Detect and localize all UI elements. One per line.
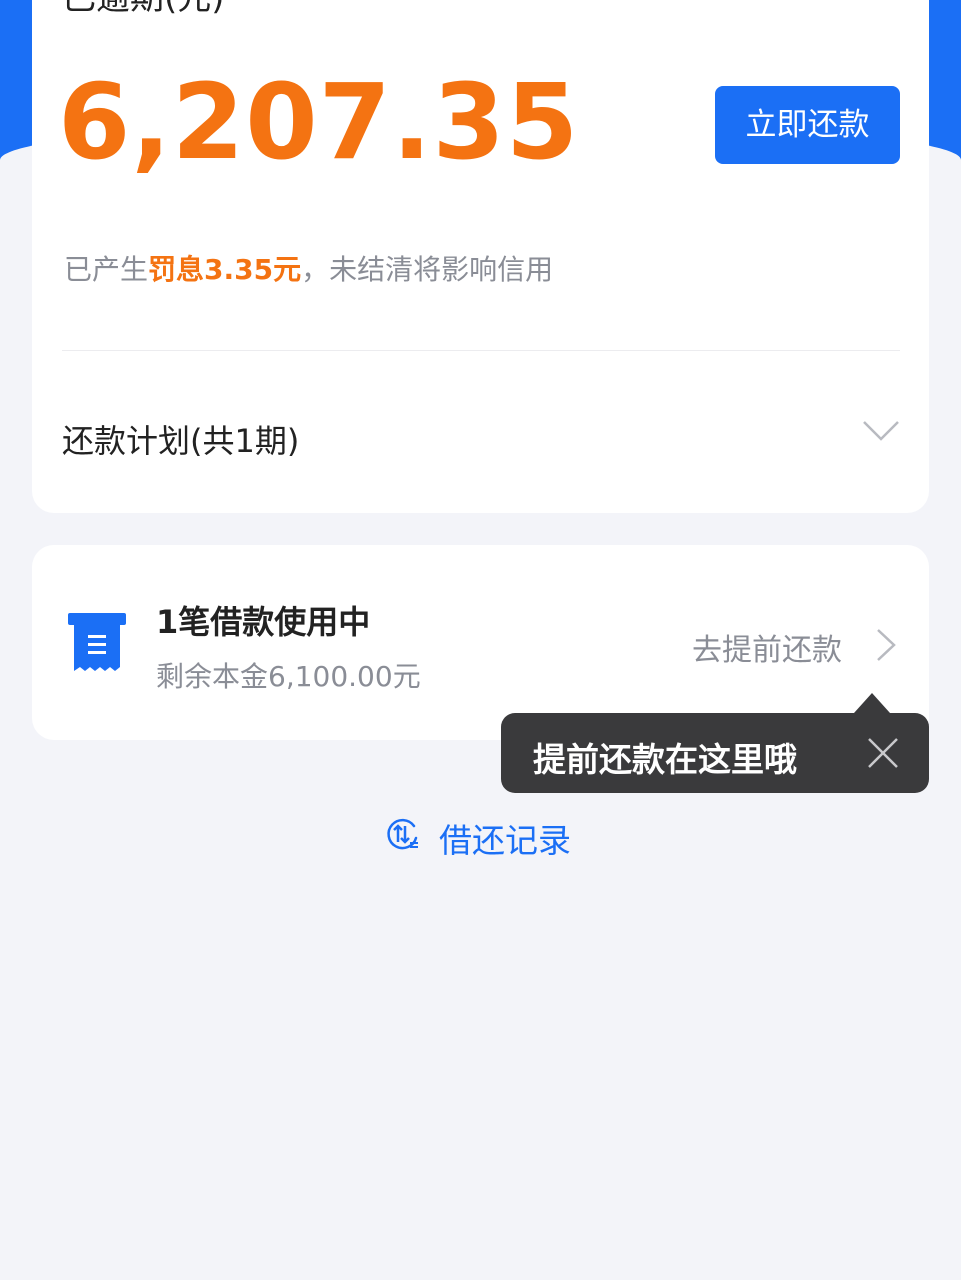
loan-repayment-page: 已逾期(元) 6,207.35 立即还款 已产生罚息3.35元，未结清将影响信用…: [0, 0, 961, 1280]
penalty-prefix: 已产生: [64, 253, 149, 286]
overdue-title: 已逾期(元): [62, 0, 225, 19]
overdue-amount: 6,207.35: [58, 61, 580, 183]
loan-records-label: 借还记录: [439, 821, 571, 860]
receipt-icon: [68, 613, 126, 671]
repay-now-button[interactable]: 立即还款: [715, 86, 900, 164]
exchange-record-icon: [387, 818, 418, 850]
repayment-plan-label: 还款计划(共1期): [62, 422, 300, 460]
close-icon[interactable]: [865, 735, 901, 771]
penalty-notice: 已产生罚息3.35元，未结清将影响信用: [64, 248, 553, 288]
chevron-down-icon[interactable]: [861, 418, 901, 444]
overdue-card: 已逾期(元) 6,207.35 立即还款 已产生罚息3.35元，未结清将影响信用…: [32, 0, 929, 513]
early-repayment-tooltip: 提前还款在这里哦: [501, 693, 929, 793]
loan-in-use-card[interactable]: 1笔借款使用中 剩余本金6,100.00元 去提前还款: [32, 545, 929, 740]
remaining-principal: 剩余本金6,100.00元: [156, 660, 421, 693]
divider: [62, 350, 900, 351]
repayment-plan-row[interactable]: 还款计划(共1期): [32, 390, 929, 480]
chevron-right-icon[interactable]: [874, 627, 898, 663]
penalty-amount: 罚息3.35元: [148, 253, 302, 286]
loan-count-title: 1笔借款使用中: [156, 603, 371, 641]
tooltip-arrow: [854, 693, 890, 713]
tooltip-text: 提前还款在这里哦: [533, 740, 797, 779]
early-repayment-link[interactable]: 去提前还款: [692, 625, 842, 669]
penalty-suffix: ，未结清将影响信用: [301, 253, 554, 286]
